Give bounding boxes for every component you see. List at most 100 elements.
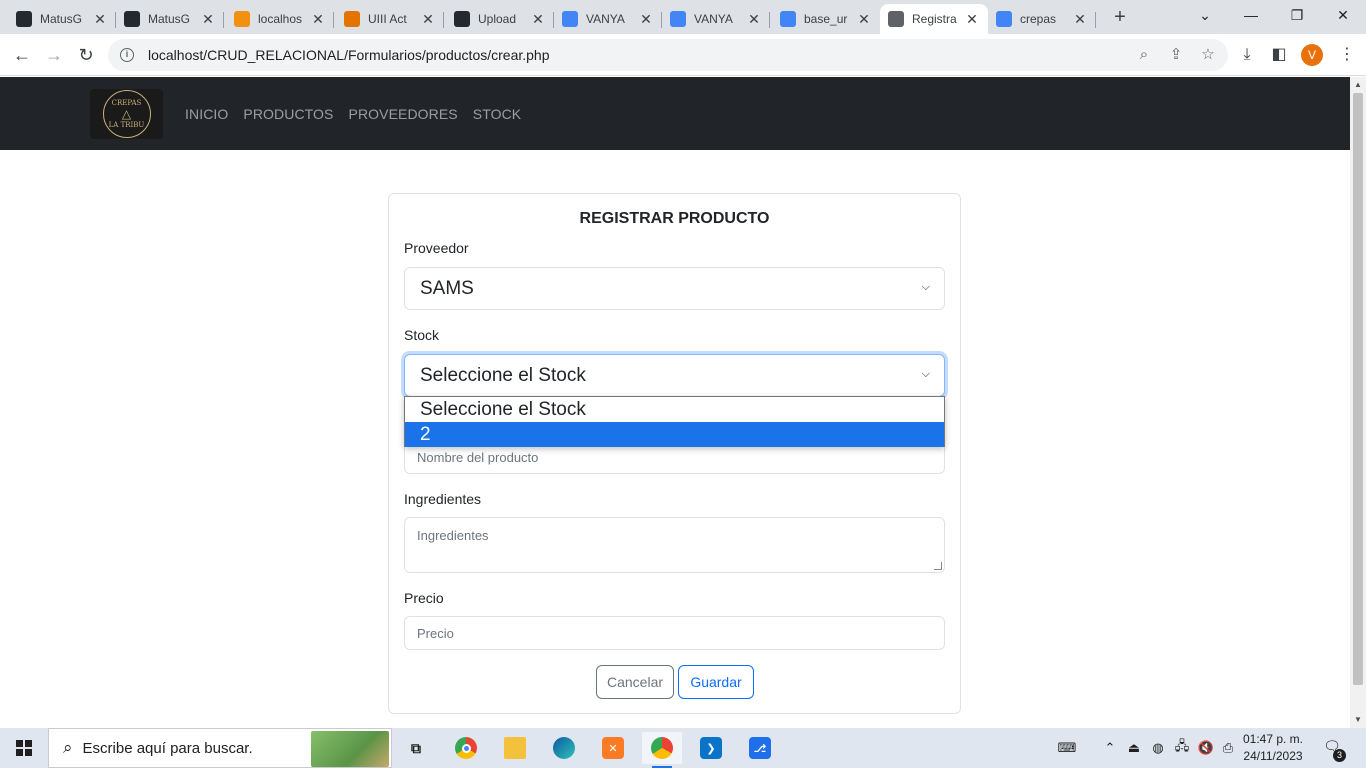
side-panel-icon[interactable]: ◧ (1266, 42, 1292, 68)
close-window-button[interactable]: ✕ (1320, 0, 1366, 30)
proveedor-label: Proveedor (404, 240, 469, 256)
url-text[interactable]: localhost/CRUD_RELACIONAL/Formularios/pr… (148, 47, 550, 63)
nav-inicio[interactable]: INICIO (185, 106, 228, 122)
notification-center-icon[interactable]: 🗨 3 (1322, 738, 1346, 762)
browser-tab[interactable]: VANYA ✕ (662, 4, 770, 34)
scroll-up-arrow-icon[interactable]: ▲ (1350, 77, 1366, 93)
browser-tab[interactable]: Upload ✕ (446, 4, 554, 34)
taskbar-search-placeholder: Escribe aquí para buscar. (82, 739, 253, 757)
close-tab-icon[interactable]: ✕ (746, 11, 762, 28)
close-tab-icon[interactable]: ✕ (310, 11, 326, 28)
nav-stock[interactable]: STOCK (473, 106, 521, 122)
page-scrollbar[interactable]: ▲ ▼ (1350, 77, 1366, 728)
tab-title: localhos (258, 12, 303, 26)
scrollbar-thumb[interactable] (1353, 93, 1363, 685)
chrome-profile-icon[interactable] (642, 732, 682, 768)
windows-logo-icon (16, 740, 32, 756)
cancel-button[interactable]: Cancelar (596, 665, 674, 699)
bookmark-star-icon[interactable]: ☆ (1192, 39, 1224, 71)
edge-icon[interactable] (544, 732, 584, 764)
tab-search-icon[interactable]: ⌄ (1182, 0, 1228, 30)
file-explorer-icon[interactable] (495, 732, 535, 764)
close-tab-icon[interactable]: ✕ (92, 11, 108, 28)
start-button[interactable] (0, 728, 48, 768)
tab-separator (769, 12, 770, 28)
site-navbar: CREPAS △ LA TRIBU INICIO PRODUCTOS PROVE… (0, 77, 1350, 150)
stock-select[interactable]: Seleccione el Stock ⌵ (404, 354, 945, 397)
new-tab-button[interactable]: + (1108, 6, 1132, 30)
system-clock[interactable]: 01:47 p. m. 24/11/2023 (1240, 731, 1306, 765)
clock-date: 24/11/2023 (1243, 749, 1303, 763)
browser-tab[interactable]: UIII Act ✕ (336, 4, 444, 34)
keyboard-icon[interactable]: ⌨ (1052, 728, 1082, 768)
browser-tab[interactable]: MatusG ✕ (8, 4, 116, 34)
ingredientes-label: Ingredientes (404, 491, 482, 507)
download-icon[interactable]: ⤓ (1234, 42, 1260, 68)
zoom-icon[interactable]: ⌕ (1128, 39, 1160, 71)
precio-placeholder: Precio (417, 625, 454, 641)
close-tab-icon[interactable]: ✕ (1072, 11, 1088, 28)
save-button[interactable]: Guardar (678, 665, 754, 699)
volume-muted-icon[interactable]: 🔇 (1196, 728, 1216, 768)
nav-productos[interactable]: PRODUCTOS (243, 106, 333, 122)
tab-title: MatusG (40, 12, 83, 26)
proveedor-selected-value: SAMS (420, 277, 474, 299)
close-tab-icon[interactable]: ✕ (200, 11, 216, 28)
git-icon[interactable]: ⎇ (740, 732, 780, 764)
profile-avatar[interactable]: V (1301, 44, 1323, 66)
nav-proveedores[interactable]: PROVEEDORES (349, 106, 458, 122)
chevron-down-icon: ⌵ (921, 368, 930, 380)
browser-tab[interactable]: MatusG ✕ (116, 4, 224, 34)
tab-title: VANYA (694, 12, 733, 26)
back-arrow-icon[interactable]: ← (9, 42, 35, 68)
ingredientes-textarea[interactable]: Ingredientes (404, 517, 945, 573)
address-bar[interactable]: i localhost/CRUD_RELACIONAL/Formularios/… (108, 39, 1228, 71)
task-view-icon[interactable]: ⧉ (396, 732, 436, 764)
reload-icon[interactable]: ↻ (73, 42, 99, 68)
ingredientes-placeholder: Ingredientes (417, 528, 489, 543)
show-hidden-icons-icon[interactable]: ⌃ (1100, 728, 1120, 768)
taskbar-search-box[interactable]: ⌕ Escribe aquí para buscar. (48, 728, 392, 768)
language-icon[interactable]: ⎙ (1218, 728, 1238, 768)
resize-handle-icon[interactable] (934, 562, 942, 570)
close-tab-icon[interactable]: ✕ (638, 11, 654, 28)
precio-label: Precio (404, 590, 444, 606)
site-info-icon[interactable]: i (120, 48, 134, 62)
close-tab-icon[interactable]: ✕ (856, 11, 872, 28)
browser-tab[interactable]: VANYA ✕ (554, 4, 662, 34)
vscode-icon[interactable]: ❯ (691, 732, 731, 764)
close-tab-icon[interactable]: ✕ (420, 11, 436, 28)
docs-icon (562, 11, 578, 27)
xampp-icon[interactable]: ✕ (593, 732, 633, 764)
close-tab-icon[interactable]: ✕ (964, 11, 980, 28)
precio-input[interactable]: Precio (404, 616, 945, 650)
browser-tab[interactable]: localhos ✕ (226, 4, 334, 34)
browser-toolbar: ← → ↻ i localhost/CRUD_RELACIONAL/Formul… (0, 34, 1366, 76)
scroll-down-arrow-icon[interactable]: ▼ (1350, 712, 1366, 728)
close-tab-icon[interactable]: ✕ (530, 11, 546, 28)
browser-tab[interactable]: base_ur ✕ (772, 4, 880, 34)
forward-arrow-icon[interactable]: → (41, 42, 67, 68)
stock-label: Stock (404, 327, 440, 343)
github-icon (16, 11, 32, 27)
proveedor-select[interactable]: SAMS ⌵ (404, 267, 945, 310)
stock-selected-value: Seleccione el Stock (420, 364, 586, 386)
stock-option-highlighted[interactable]: 2 (405, 422, 944, 447)
usb-icon[interactable]: ⏏ (1124, 728, 1144, 768)
restore-button[interactable]: ❐ (1274, 0, 1320, 30)
github-icon (454, 11, 470, 27)
tab-title: Registra (912, 12, 957, 26)
browser-tab[interactable]: Registra ✕ (880, 4, 988, 34)
brand-logo[interactable]: CREPAS △ LA TRIBU (90, 89, 163, 139)
minimize-button[interactable]: — (1228, 0, 1274, 30)
network-icon[interactable]: 🖧 (1172, 728, 1192, 768)
menu-kebab-icon[interactable]: ⋮ (1334, 42, 1360, 68)
chrome-icon[interactable] (446, 732, 486, 764)
notification-count: 3 (1333, 749, 1346, 762)
stock-option[interactable]: Seleccione el Stock (405, 397, 944, 422)
browser-tab[interactable]: crepas ✕ (988, 4, 1096, 34)
product-form-card: REGISTRAR PRODUCTO Proveedor SAMS ⌵ Stoc… (388, 193, 961, 714)
tab-separator (1095, 12, 1096, 28)
meet-now-icon[interactable]: ◍ (1148, 728, 1168, 768)
share-icon[interactable]: ⇪ (1160, 39, 1192, 71)
